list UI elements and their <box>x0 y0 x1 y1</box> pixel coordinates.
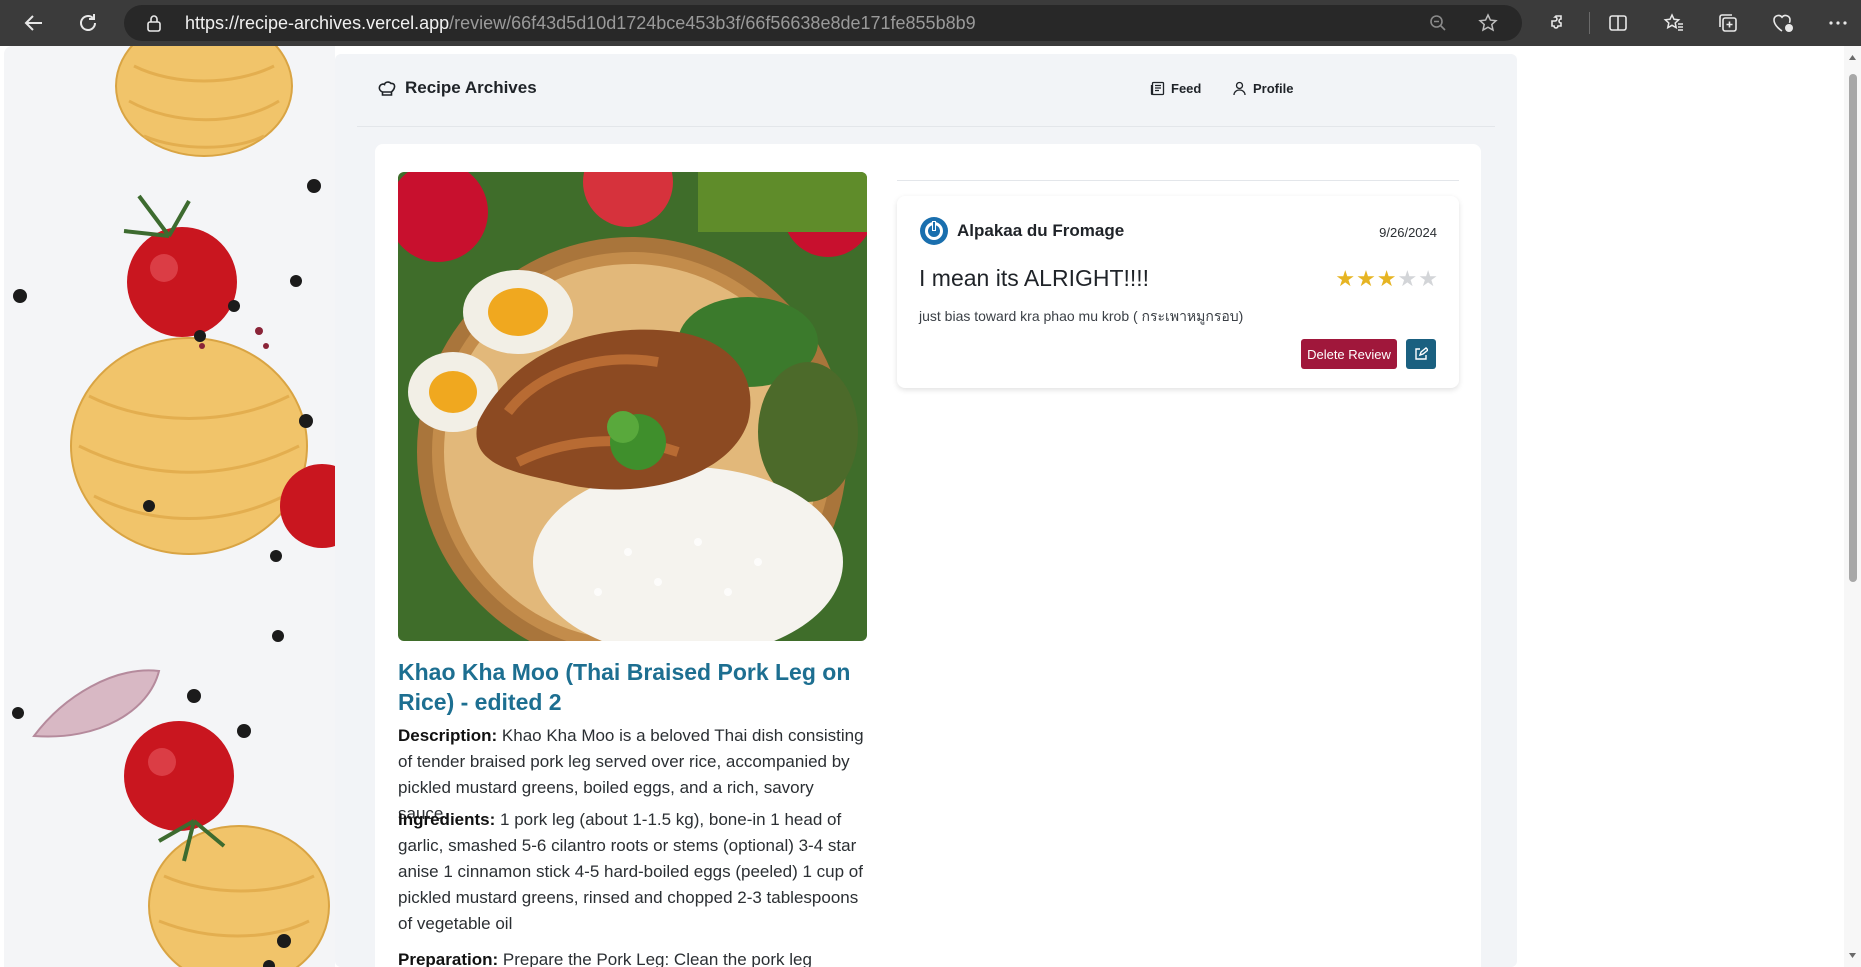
recipe-preparation: Preparation: Prepare the Pork Leg: Clean… <box>398 947 868 967</box>
brand-name: Recipe Archives <box>405 78 537 97</box>
delete-review-button[interactable]: Delete Review <box>1301 339 1397 369</box>
extensions-icon[interactable] <box>1545 9 1573 37</box>
url-text: https://recipe-archives.vercel.app/revie… <box>185 13 976 33</box>
recipe-title: Khao Kha Moo (Thai Braised Pork Leg on R… <box>398 659 851 715</box>
recipe-photo <box>398 172 867 641</box>
star-empty-icon: ★ <box>1397 266 1419 291</box>
toolbar-divider <box>1589 12 1590 34</box>
page-viewport: Recipe Archives Feed Profile Khao Kha Mo… <box>4 46 1844 967</box>
nav-feed[interactable]: Feed <box>1150 81 1201 96</box>
star-filled-icon: ★ <box>1335 266 1357 291</box>
review-author: Alpakaa du Fromage <box>919 216 1124 246</box>
scrollbar[interactable] <box>1844 46 1861 967</box>
preparation-text: Prepare the Pork Leg: Clean the pork leg <box>502 950 812 967</box>
user-icon <box>1233 81 1246 96</box>
split-screen-icon[interactable] <box>1604 9 1632 37</box>
browser-essentials-icon[interactable] <box>1769 9 1797 37</box>
app-container: Recipe Archives Feed Profile Khao Kha Mo… <box>335 54 1517 967</box>
chef-hat-icon <box>378 81 396 96</box>
recipe-card: Khao Kha Moo (Thai Braised Pork Leg on R… <box>375 144 1481 967</box>
scroll-down-icon[interactable] <box>1848 952 1857 959</box>
lock-icon <box>147 15 161 32</box>
background-image <box>4 46 335 967</box>
favorite-star-icon[interactable] <box>1478 13 1498 33</box>
address-bar[interactable]: https://recipe-archives.vercel.app/revie… <box>124 5 1522 41</box>
reload-icon <box>80 14 96 31</box>
collections-icon[interactable] <box>1714 9 1742 37</box>
pasta-background-illustration <box>12 46 335 967</box>
scrollbar-thumb[interactable] <box>1849 74 1857 582</box>
back-arrow-icon <box>24 15 42 31</box>
star-filled-icon: ★ <box>1376 266 1398 291</box>
review-title: I mean its ALRIGHT!!!! <box>919 265 1150 291</box>
review-author-name: Alpakaa du Fromage <box>957 221 1125 240</box>
star-rating: ★★★★★ <box>1335 266 1439 292</box>
scroll-up-icon[interactable] <box>1848 54 1857 61</box>
description-label: Description: <box>398 726 498 745</box>
review-body: just bias toward kra phao mu krob ( กระเ… <box>919 308 1244 324</box>
browser-toolbar: https://recipe-archives.vercel.app/revie… <box>0 0 1861 46</box>
ingredients-label: Ingredients: <box>398 810 496 829</box>
zoom-icon[interactable] <box>1429 14 1447 32</box>
nav-feed-label: Feed <box>1171 81 1202 96</box>
review-date: 9/26/2024 <box>1379 225 1437 240</box>
brand-logo[interactable]: Recipe Archives <box>377 78 537 98</box>
edit-icon <box>1415 347 1428 360</box>
top-navbar: Recipe Archives Feed Profile <box>357 54 1495 127</box>
preparation-label: Preparation: <box>398 950 499 967</box>
more-menu-icon[interactable] <box>1824 9 1852 37</box>
back-button[interactable] <box>18 7 50 39</box>
favorites-icon[interactable] <box>1660 9 1688 37</box>
recipe-image <box>398 172 867 641</box>
avatar <box>920 217 948 245</box>
reload-button[interactable] <box>72 7 104 39</box>
reviews-divider <box>897 180 1459 181</box>
newspaper-icon <box>1150 81 1165 96</box>
nav-profile[interactable]: Profile <box>1232 81 1293 96</box>
edit-review-button[interactable] <box>1406 339 1436 369</box>
page-margin <box>1517 46 1844 967</box>
star-filled-icon: ★ <box>1356 266 1377 291</box>
nav-profile-label: Profile <box>1253 81 1294 96</box>
recipe-ingredients: Ingredients: 1 pork leg (about 1-1.5 kg)… <box>398 807 868 937</box>
star-empty-icon: ★ <box>1418 266 1439 291</box>
review-card: Alpakaa du Fromage 9/26/2024 I mean its … <box>897 196 1459 388</box>
